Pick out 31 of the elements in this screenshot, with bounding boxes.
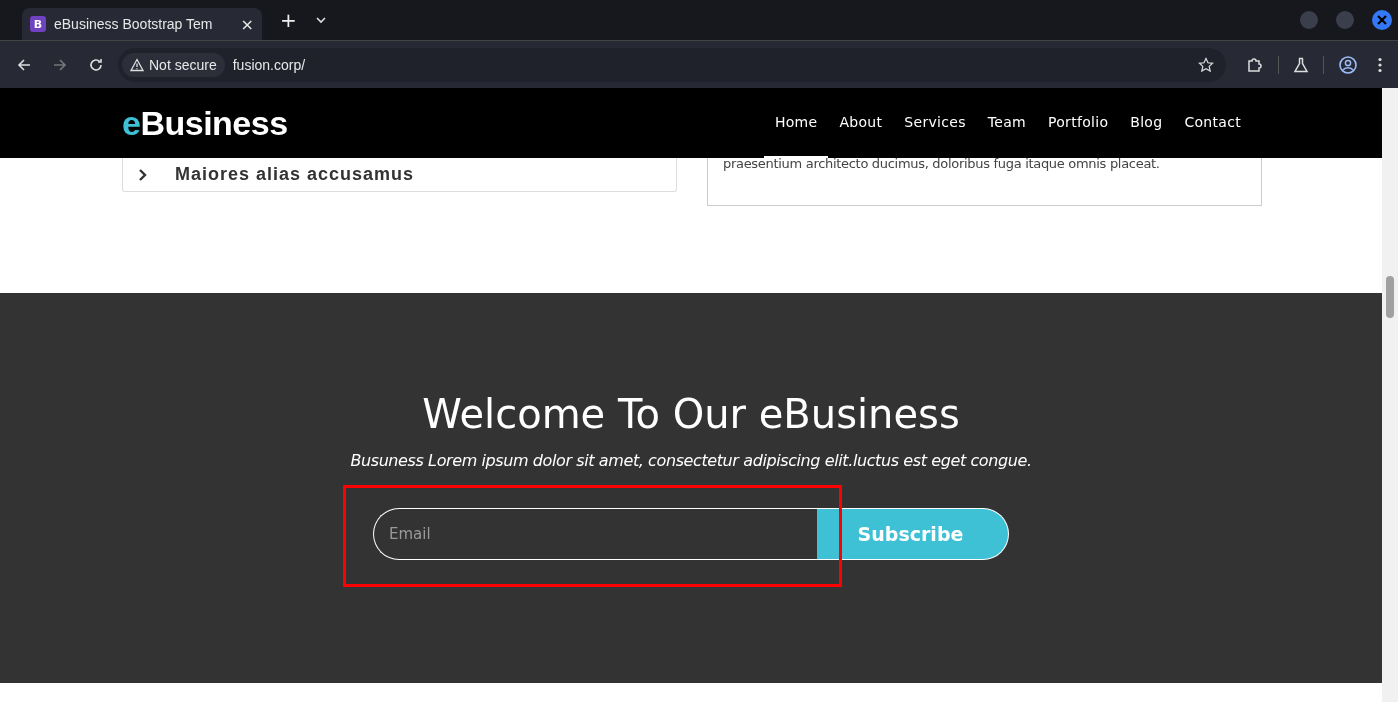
nav-link[interactable]: Portfolio — [1036, 88, 1120, 158]
browser-tab[interactable]: B eBusiness Bootstrap Tem × — [22, 8, 262, 40]
nav-link[interactable]: Team — [976, 88, 1037, 158]
nav-link[interactable]: About — [828, 88, 894, 158]
reload-icon[interactable] — [88, 56, 104, 73]
chevron-down-icon[interactable] — [314, 14, 327, 26]
menu-icon[interactable] — [1378, 56, 1382, 73]
chevron-right-icon — [137, 167, 149, 182]
profile-icon[interactable] — [1338, 54, 1358, 75]
close-window-icon[interactable] — [1372, 10, 1392, 30]
warning-icon — [130, 57, 144, 72]
section-subtitle: Busuness Lorem ipsum dolor sit amet, consectetur adipiscing elit.luctus est eget congue. — [350, 451, 1032, 470]
nav-link[interactable]: Services — [893, 88, 977, 158]
security-chip[interactable]: Not secure — [122, 52, 225, 77]
puzzle-icon[interactable] — [1246, 55, 1264, 74]
url-text[interactable]: fusion.corp/ — [232, 56, 306, 73]
tab-title: eBusiness Bootstrap Tem — [54, 16, 214, 32]
new-tab-button[interactable]: + — [272, 8, 305, 32]
accordion-item[interactable]: Maiores alias accusamus — [122, 158, 677, 192]
nav-link[interactable]: Blog — [1119, 88, 1174, 158]
site-logo[interactable]: eBusiness — [122, 103, 288, 143]
scrollbar-thumb[interactable] — [1386, 276, 1394, 318]
nav-link[interactable]: Contact — [1173, 88, 1252, 158]
back-icon[interactable] — [16, 56, 32, 73]
forward-icon[interactable] — [52, 56, 68, 73]
panel-text: praesentium architecto ducimus, doloribus fuga itaque omnis placeat. — [723, 158, 1161, 170]
close-tab-button[interactable]: × — [240, 14, 254, 34]
favicon: B — [30, 16, 46, 32]
bookmark-star-icon[interactable] — [1198, 56, 1214, 73]
section-title: Welcome To Our eBusiness — [422, 391, 960, 437]
flask-icon[interactable] — [1293, 56, 1309, 73]
